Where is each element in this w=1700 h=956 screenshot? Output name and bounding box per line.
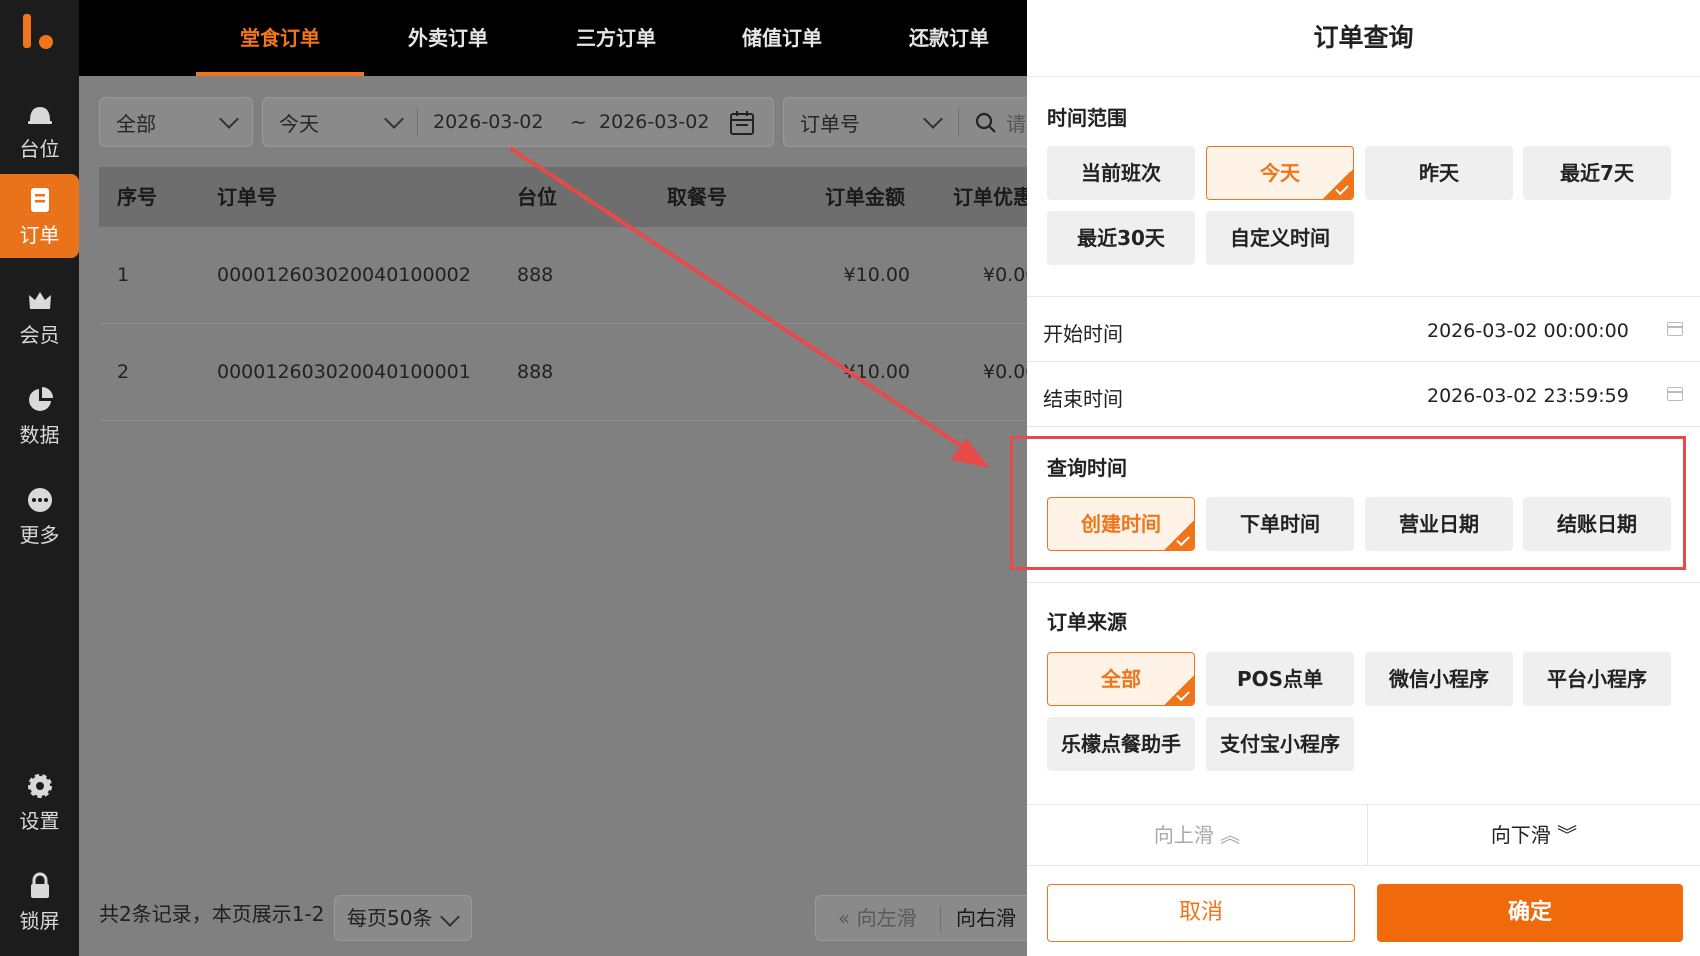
- start-time-input[interactable]: 2026-03-02 00:00:00: [1427, 320, 1629, 342]
- time-range-last-7-days[interactable]: 最近7天: [1523, 146, 1671, 200]
- calendar-icon[interactable]: [1667, 387, 1683, 401]
- time-range-title: 时间范围: [1047, 106, 1127, 130]
- order-source-alipay-mini[interactable]: 支付宝小程序: [1206, 717, 1354, 771]
- order-source-pos[interactable]: POS点单: [1206, 652, 1354, 706]
- time-range-current-shift[interactable]: 当前班次: [1047, 146, 1195, 200]
- time-range-yesterday[interactable]: 昨天: [1365, 146, 1513, 200]
- panel-title: 订单查询: [1027, 0, 1700, 77]
- double-chevron-down-icon: ︾: [1557, 823, 1578, 847]
- option-label: 创建时间: [1081, 512, 1161, 536]
- checkmark-icon: [1163, 519, 1194, 550]
- order-source-wechat-mini[interactable]: 微信小程序: [1365, 652, 1513, 706]
- vertical-scroll-control: 向上滑 ︽ 向下滑 ︾: [1027, 804, 1700, 866]
- option-label: 全部: [1101, 667, 1141, 691]
- divider: [1027, 296, 1700, 297]
- start-time-label: 开始时间: [1043, 322, 1123, 346]
- time-range-custom[interactable]: 自定义时间: [1206, 211, 1354, 265]
- order-source-all[interactable]: 全部: [1047, 652, 1195, 706]
- order-source-platform-mini[interactable]: 平台小程序: [1523, 652, 1671, 706]
- double-chevron-up-icon: ︽: [1220, 823, 1241, 847]
- divider: [1027, 361, 1700, 362]
- calendar-icon[interactable]: [1667, 322, 1683, 336]
- divider: [1027, 426, 1700, 427]
- time-range-last-30-days[interactable]: 最近30天: [1047, 211, 1195, 265]
- scroll-down-button[interactable]: 向下滑 ︾: [1368, 805, 1700, 865]
- order-source-title: 订单来源: [1047, 610, 1127, 634]
- confirm-button[interactable]: 确定: [1377, 884, 1683, 942]
- checkmark-icon: [1163, 674, 1194, 705]
- divider: [1027, 582, 1700, 583]
- scroll-up-label: 向上滑: [1153, 823, 1214, 847]
- order-source-lemeng-assistant[interactable]: 乐檬点餐助手: [1047, 717, 1195, 771]
- checkmark-icon: [1322, 168, 1353, 199]
- option-label: 今天: [1260, 161, 1300, 185]
- scroll-down-label: 向下滑: [1490, 823, 1551, 847]
- query-time-title: 查询时间: [1047, 456, 1127, 480]
- query-time-ordered[interactable]: 下单时间: [1206, 497, 1354, 551]
- query-time-checkout-date[interactable]: 结账日期: [1523, 497, 1671, 551]
- end-time-label: 结束时间: [1043, 387, 1123, 411]
- query-time-business-date[interactable]: 营业日期: [1365, 497, 1513, 551]
- cancel-button[interactable]: 取消: [1047, 884, 1355, 942]
- scroll-up-button[interactable]: 向上滑 ︽: [1027, 805, 1367, 865]
- order-query-panel: 订单查询 时间范围 当前班次 今天 昨天 最近7天 最近30天 自定义时间 开始…: [1027, 0, 1700, 956]
- end-time-input[interactable]: 2026-03-02 23:59:59: [1427, 385, 1629, 407]
- query-time-created[interactable]: 创建时间: [1047, 497, 1195, 551]
- time-range-today[interactable]: 今天: [1206, 146, 1354, 200]
